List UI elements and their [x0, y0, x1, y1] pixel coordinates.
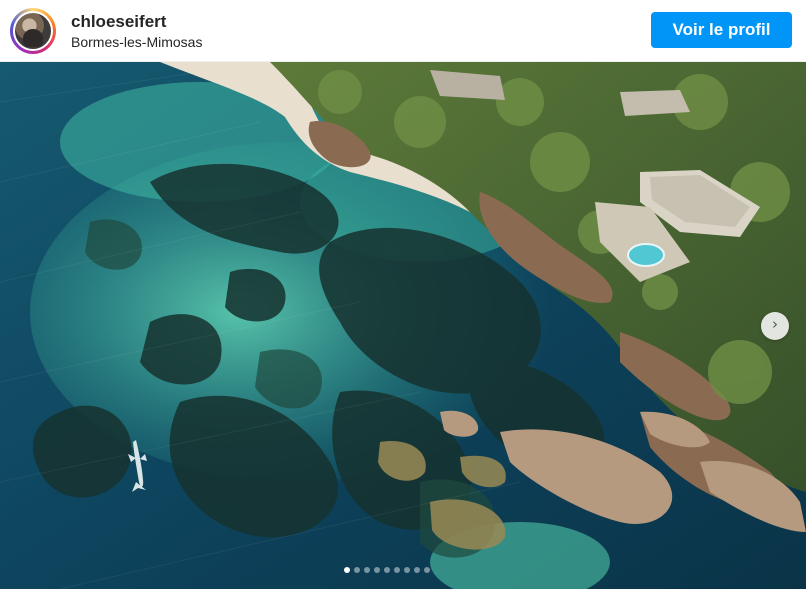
carousel-dot [384, 567, 390, 573]
carousel-dot [374, 567, 380, 573]
carousel-dot [344, 567, 350, 573]
carousel-dot [354, 567, 360, 573]
carousel-dot [394, 567, 400, 573]
avatar-person-silhouette [23, 29, 43, 47]
avatar-story-ring[interactable] [10, 8, 56, 54]
view-profile-button[interactable]: Voir le profil [651, 12, 792, 48]
instagram-post-card: chloeseifert Bormes-les-Mimosas Voir le … [0, 0, 806, 589]
carousel-dot [364, 567, 370, 573]
aerial-coast-image [0, 62, 806, 589]
carousel-dot [414, 567, 420, 573]
carousel-dot [424, 567, 430, 573]
carousel-indicator [344, 567, 430, 577]
post-photo[interactable]: › [0, 62, 806, 589]
carousel-next-button[interactable]: › [761, 312, 789, 340]
username[interactable]: chloeseifert [71, 12, 166, 32]
chevron-right-icon: › [772, 315, 778, 333]
post-header: chloeseifert Bormes-les-Mimosas Voir le … [0, 0, 806, 62]
location[interactable]: Bormes-les-Mimosas [71, 34, 202, 50]
carousel-dot [404, 567, 410, 573]
avatar[interactable] [13, 11, 53, 51]
